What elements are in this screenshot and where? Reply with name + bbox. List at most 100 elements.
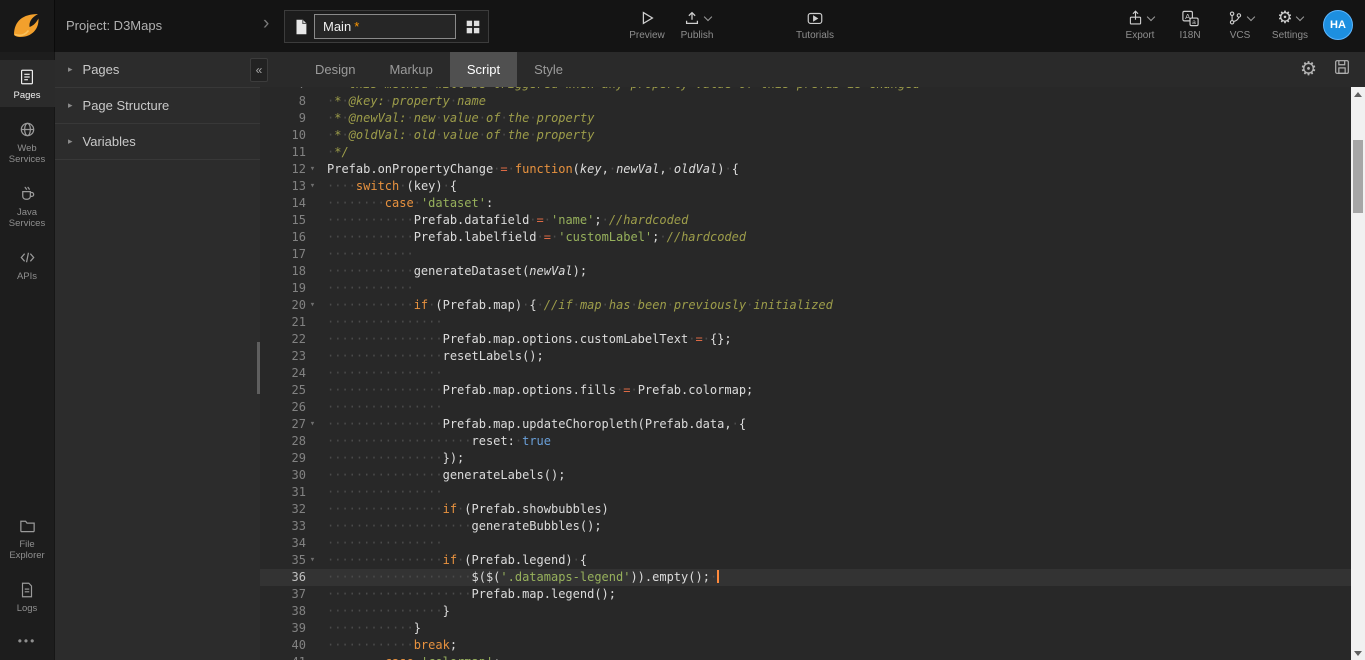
code-line[interactable]: 13▾····switch·(key)·{ <box>260 178 1365 195</box>
more-options-button[interactable]: ••• <box>18 626 37 660</box>
code-line[interactable]: 37····················Prefab.map.legend(… <box>260 586 1365 603</box>
code-line[interactable]: 33····················generateBubbles(); <box>260 518 1365 535</box>
code-line[interactable]: 31················ <box>260 484 1365 501</box>
line-number[interactable]: 38 <box>260 603 306 620</box>
line-number[interactable]: 23 <box>260 348 306 365</box>
line-number[interactable]: 29 <box>260 450 306 467</box>
tab-style[interactable]: Style <box>517 52 580 87</box>
vertical-scrollbar[interactable] <box>1351 87 1365 660</box>
code-line[interactable]: 8·*·@key:·property·name <box>260 93 1365 110</box>
line-number[interactable]: 17 <box>260 246 306 263</box>
code-line[interactable]: 27▾················Prefab.map.updateChor… <box>260 416 1365 433</box>
line-number[interactable]: 36 <box>260 569 306 586</box>
code-line[interactable]: 11·*/ <box>260 144 1365 161</box>
line-number[interactable]: 41 <box>260 654 306 660</box>
code-line[interactable]: 29················}); <box>260 450 1365 467</box>
code-line[interactable]: 15············Prefab.datafield·=·'name';… <box>260 212 1365 229</box>
tutorials-button[interactable]: Tutorials <box>786 7 844 41</box>
code-line[interactable]: 40············break; <box>260 637 1365 654</box>
line-number[interactable]: 9 <box>260 110 306 127</box>
code-line[interactable]: 14········case·'dataset': <box>260 195 1365 212</box>
save-icon[interactable] <box>1333 58 1351 81</box>
sidebar-item-logs[interactable]: Logs <box>0 573 55 620</box>
code-line[interactable]: 18············generateDataset(newVal); <box>260 263 1365 280</box>
tab-design[interactable]: Design <box>298 52 372 87</box>
page-file-icon[interactable] <box>288 14 314 40</box>
line-number[interactable]: 13 <box>260 178 306 195</box>
code-line[interactable]: 21················ <box>260 314 1365 331</box>
code-line[interactable]: 12▾Prefab.onPropertyChange·=·function(ke… <box>260 161 1365 178</box>
code-line[interactable]: 32················if·(Prefab.showbubbles… <box>260 501 1365 518</box>
scroll-down-button[interactable] <box>1351 646 1365 660</box>
line-number[interactable]: 34 <box>260 535 306 552</box>
fold-marker-icon[interactable]: ▾ <box>306 178 319 195</box>
code-line[interactable]: 36····················$($('.datamaps-leg… <box>260 569 1365 586</box>
user-avatar[interactable]: HA <box>1323 10 1353 40</box>
line-number[interactable]: 24 <box>260 365 306 382</box>
code-line[interactable]: 28····················reset:·true <box>260 433 1365 450</box>
line-number[interactable]: 20 <box>260 297 306 314</box>
app-logo[interactable] <box>0 0 55 52</box>
line-number[interactable]: 12 <box>260 161 306 178</box>
publish-button[interactable]: Publish <box>672 7 722 41</box>
line-number[interactable]: 37 <box>260 586 306 603</box>
code-line[interactable]: 26················ <box>260 399 1365 416</box>
sidebar-item-web-services[interactable]: Web Services <box>0 113 55 171</box>
line-number[interactable]: 15 <box>260 212 306 229</box>
panel-collapse-button[interactable]: « <box>250 58 268 82</box>
line-number[interactable]: 32 <box>260 501 306 518</box>
tab-script[interactable]: Script <box>450 52 517 87</box>
line-number[interactable]: 14 <box>260 195 306 212</box>
line-number[interactable]: 31 <box>260 484 306 501</box>
scrollbar-thumb[interactable] <box>1353 140 1363 213</box>
panel-row-variables[interactable]: ▸ Variables <box>55 124 260 160</box>
line-number[interactable]: 18 <box>260 263 306 280</box>
line-number[interactable]: 28 <box>260 433 306 450</box>
export-button[interactable]: Export <box>1115 7 1165 41</box>
sidebar-item-java-services[interactable]: Java Services <box>0 177 55 235</box>
code-line[interactable]: 38················} <box>260 603 1365 620</box>
line-number[interactable]: 40 <box>260 637 306 654</box>
i18n-button[interactable]: A a I18N <box>1165 7 1215 41</box>
line-number[interactable]: 19 <box>260 280 306 297</box>
code-line[interactable]: 41········case·'colormap': <box>260 654 1365 660</box>
code-line[interactable]: 17············ <box>260 246 1365 263</box>
scroll-up-button[interactable] <box>1351 87 1365 101</box>
code-line[interactable]: 16············Prefab.labelfield·=·'custo… <box>260 229 1365 246</box>
code-line[interactable]: 24················ <box>260 365 1365 382</box>
line-number[interactable]: 10 <box>260 127 306 144</box>
line-number[interactable]: 16 <box>260 229 306 246</box>
line-number[interactable]: 26 <box>260 399 306 416</box>
line-number[interactable]: 30 <box>260 467 306 484</box>
line-number[interactable]: 35 <box>260 552 306 569</box>
page-grid-icon[interactable] <box>460 14 485 39</box>
sidebar-item-pages[interactable]: Pages <box>0 60 55 107</box>
editor-settings-icon[interactable]: ⚙ <box>1300 60 1317 79</box>
line-number[interactable]: 21 <box>260 314 306 331</box>
fold-marker-icon[interactable]: ▾ <box>306 297 319 314</box>
line-number[interactable]: 33 <box>260 518 306 535</box>
active-page-tab[interactable]: Main * <box>314 14 456 39</box>
line-number[interactable]: 8 <box>260 93 306 110</box>
fold-marker-icon[interactable]: ▾ <box>306 552 319 569</box>
line-number[interactable]: 11 <box>260 144 306 161</box>
code-line[interactable]: 10·*·@oldVal:·old·value·of·the·property <box>260 127 1365 144</box>
line-number[interactable]: 39 <box>260 620 306 637</box>
panel-row-pages[interactable]: ▸ Pages <box>55 52 260 88</box>
line-number[interactable]: 27 <box>260 416 306 433</box>
code-line[interactable]: 35▾················if·(Prefab.legend)·{ <box>260 552 1365 569</box>
sidebar-item-apis[interactable]: APIs <box>0 241 55 288</box>
preview-button[interactable]: Preview <box>622 7 672 41</box>
code-line[interactable]: 23················resetLabels(); <box>260 348 1365 365</box>
fold-marker-icon[interactable]: ▾ <box>306 161 319 178</box>
code-line[interactable]: 22················Prefab.map.options.cus… <box>260 331 1365 348</box>
fold-marker-icon[interactable]: ▾ <box>306 416 319 433</box>
code-editor[interactable]: 7·*·this·method·will·be·triggered·when·a… <box>260 87 1365 660</box>
code-line[interactable]: 30················generateLabels(); <box>260 467 1365 484</box>
line-number[interactable]: 25 <box>260 382 306 399</box>
settings-button[interactable]: ⚙ Settings <box>1265 7 1315 41</box>
line-number[interactable]: 22 <box>260 331 306 348</box>
panel-row-page-structure[interactable]: ▸ Page Structure <box>55 88 260 124</box>
vcs-button[interactable]: VCS <box>1215 7 1265 41</box>
code-line[interactable]: 34················ <box>260 535 1365 552</box>
